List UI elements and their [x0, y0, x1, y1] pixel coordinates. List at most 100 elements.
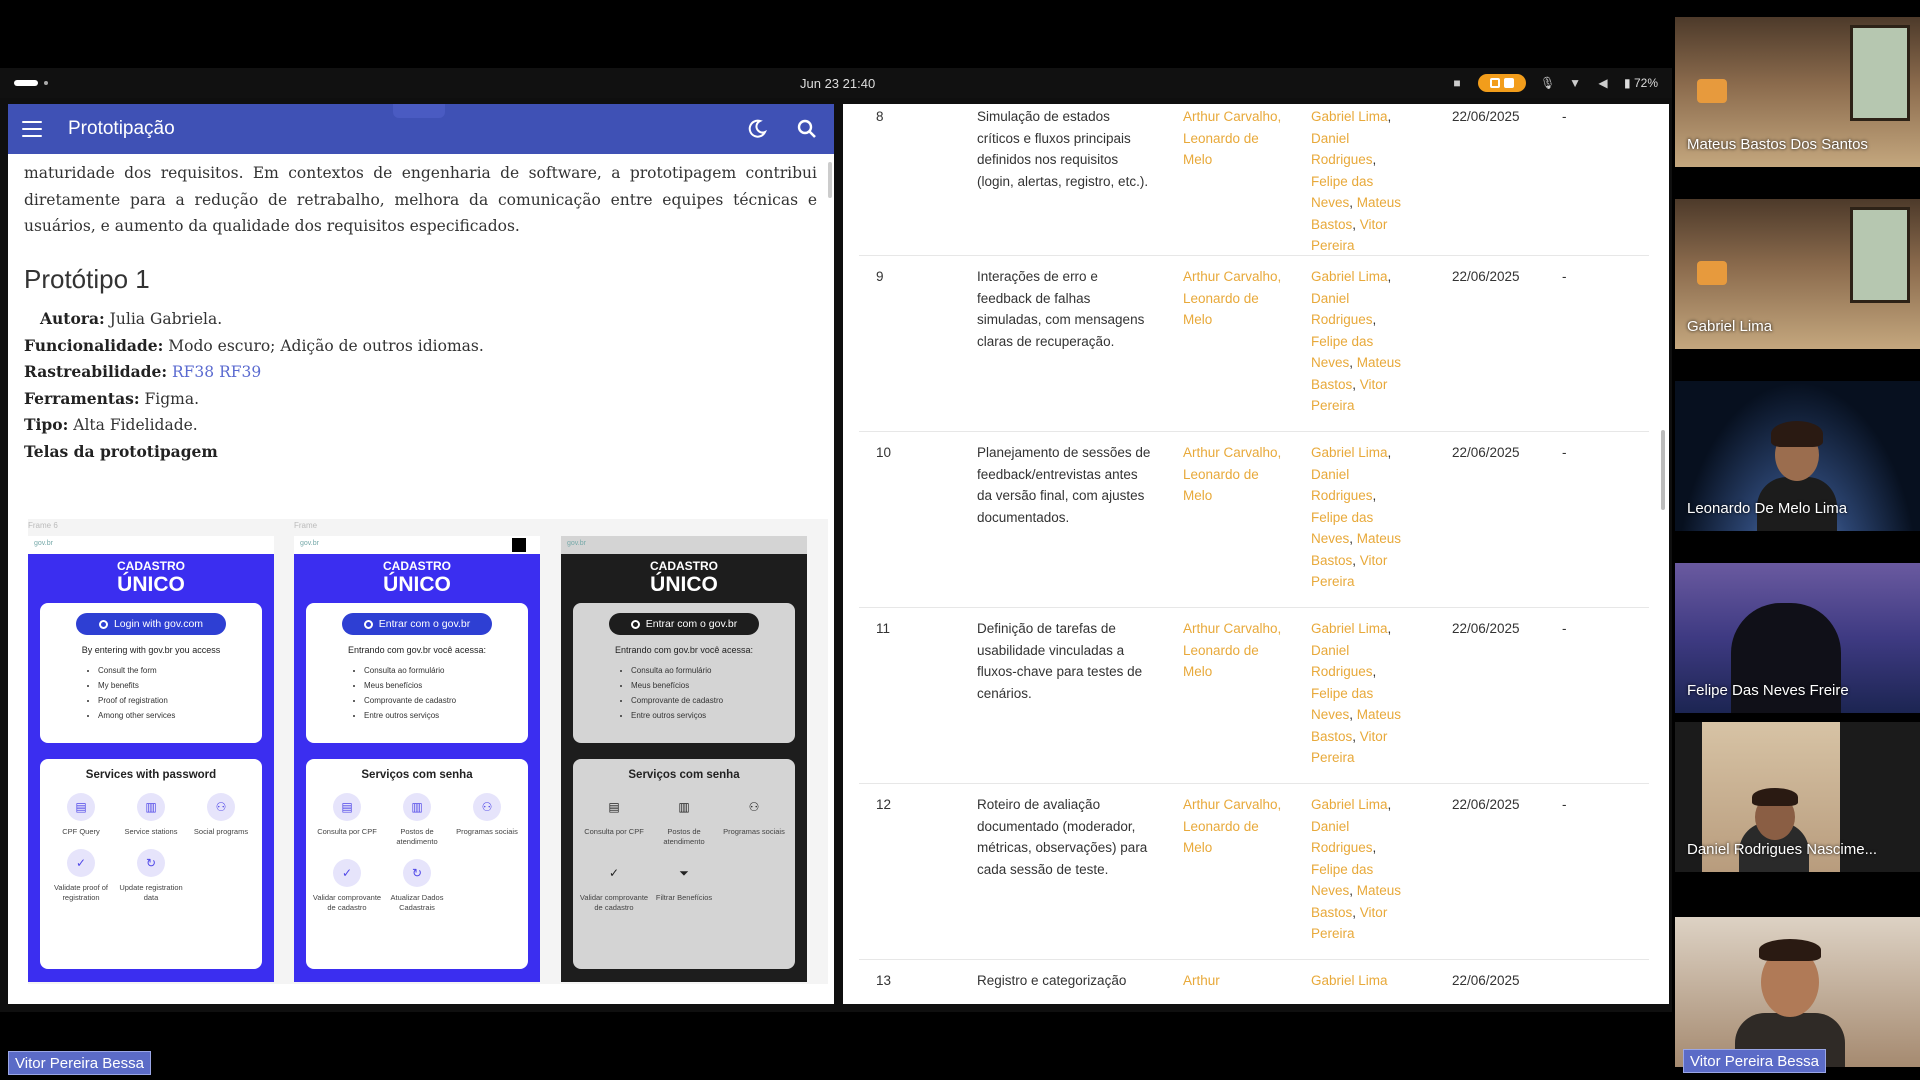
- participant-tile[interactable]: Gabriel Lima: [1675, 199, 1920, 349]
- service-label: Service stations: [124, 827, 178, 836]
- separator: ,: [1387, 797, 1392, 812]
- reviewer-link[interactable]: Gabriel Lima: [1311, 109, 1388, 124]
- list-item: Meus benefícios: [631, 678, 787, 693]
- header-line1: CADASTRO: [650, 559, 718, 573]
- refresh-icon: ↻: [403, 859, 431, 887]
- check-icon: ✓: [608, 866, 620, 880]
- login-button[interactable]: Login with gov.com: [76, 613, 226, 635]
- participant-tile[interactable]: Felipe Das Neves Freire: [1675, 563, 1920, 713]
- list-item: Comprovante de cadastro: [631, 693, 787, 708]
- window-grip[interactable]: [393, 104, 445, 118]
- section-title: Protótipo 1: [24, 263, 150, 294]
- activities-indicator[interactable]: [14, 80, 38, 86]
- service-item[interactable]: ✓ Validate proof of registration: [46, 849, 116, 903]
- participant-tile[interactable]: Mateus Bastos Dos Santos: [1675, 17, 1920, 167]
- meeting-stage: Jun 23 21:40 ■ 🎙 ▼ ◀ ▮ 72% Prototipação: [0, 0, 1920, 1080]
- service-item[interactable]: ⚇ Programas sociais: [719, 793, 789, 847]
- reviewer-link[interactable]: Daniel Rodrigues: [1311, 291, 1373, 328]
- dark-mode-toggle[interactable]: [512, 538, 526, 552]
- row-number: 12: [876, 797, 892, 812]
- list-item: Consulta ao formulário: [364, 663, 520, 678]
- reviewer-link[interactable]: Daniel Rodrigues: [1311, 467, 1373, 504]
- dark-mode-icon[interactable]: [744, 116, 770, 142]
- separator: ,: [1349, 195, 1357, 210]
- participant-tile-self[interactable]: [1675, 917, 1920, 1067]
- table-row[interactable]: 13 Registro e categorização Arthur Gabriel …: [859, 960, 1649, 1004]
- service-item[interactable]: ✓ Validar comprovante de cadastro: [312, 859, 382, 913]
- service-item[interactable]: ⏷ Filtrar Benefícios: [649, 859, 719, 913]
- login-button[interactable]: Entrar com o gov.br: [342, 613, 492, 635]
- list-item: Comprovante de cadastro: [364, 693, 520, 708]
- search-icon[interactable]: [794, 116, 820, 142]
- service-label: Validar comprovante de cadastro: [312, 893, 382, 912]
- service-item[interactable]: ⚇ Programas sociais: [452, 793, 522, 847]
- reviewer-link[interactable]: Daniel Rodrigues: [1311, 819, 1373, 856]
- service-item[interactable]: ↻ Update registration data: [116, 849, 186, 903]
- reviewer-link[interactable]: Gabriel Lima: [1311, 973, 1388, 988]
- menu-icon[interactable]: [22, 121, 42, 137]
- separator: ,: [1372, 152, 1377, 167]
- rf38-link[interactable]: RF38: [172, 363, 214, 381]
- separator: ,: [1372, 312, 1377, 327]
- login-card: Login with gov.com By entering with gov.…: [40, 603, 262, 743]
- rf39-link[interactable]: RF39: [219, 363, 261, 381]
- wifi-icon: ▼: [1569, 76, 1581, 90]
- reviewer-link[interactable]: Gabriel Lima: [1311, 621, 1388, 636]
- service-item[interactable]: ✓ Validar comprovante de cadastro: [579, 859, 649, 913]
- table-row[interactable]: 10 Planejamento de sessões de feedback/en…: [859, 432, 1649, 608]
- service-label: Update registration data: [119, 883, 183, 902]
- table-row[interactable]: 9 Interações de erro e feedback de falhas…: [859, 256, 1649, 432]
- separator: ,: [1349, 531, 1357, 546]
- check-icon: ✓: [333, 859, 361, 887]
- services-title: Services with password: [85, 769, 217, 781]
- screen-share-indicator[interactable]: [1478, 74, 1527, 92]
- row-description: Registro e categorização: [977, 973, 1127, 988]
- row-number: 9: [876, 269, 884, 284]
- document-scrollbar[interactable]: [828, 162, 832, 198]
- prototype-metadata: Autora: Julia Gabriela. Funcionalidade: …: [24, 306, 817, 465]
- app-title: Prototipação: [68, 118, 175, 139]
- separator: ,: [1352, 728, 1360, 744]
- separator: ,: [1352, 552, 1360, 568]
- table-row[interactable]: 12 Roteiro de avaliação documentado (mode…: [859, 784, 1649, 960]
- participant-hair: [1752, 788, 1798, 806]
- service-item[interactable]: ↻ Atualizar Dados Cadastrais: [382, 859, 452, 913]
- service-item[interactable]: ▥ Service stations: [116, 793, 186, 837]
- reviewer-link[interactable]: Gabriel Lima: [1311, 269, 1388, 284]
- background-fireplace: [1697, 261, 1727, 285]
- check-icon: ✓: [67, 849, 95, 877]
- participant-hair: [1759, 939, 1821, 961]
- service-item[interactable]: ▤ Consulta por CPF: [579, 793, 649, 847]
- row-date: 22/06/2025: [1452, 445, 1520, 460]
- services-grid: ▤ Consulta por CPF ▥ Postos de atendimento…: [579, 793, 789, 913]
- row-reviewers: Gabriel Lima, Daniel Rodrigues, Felipe d…: [1311, 442, 1406, 593]
- app-indicator-icon[interactable]: ■: [1450, 76, 1464, 90]
- header-line2: ÚNICO: [650, 573, 718, 596]
- document-icon: ▤: [608, 800, 620, 814]
- clock[interactable]: Jun 23 21:40: [800, 76, 875, 91]
- reviewer-link[interactable]: Gabriel Lima: [1311, 797, 1388, 812]
- reviewer-link[interactable]: Gabriel Lima: [1311, 445, 1388, 460]
- table-row[interactable]: 8 Simulação de estados críticos e fluxos …: [859, 104, 1649, 256]
- participant-name: Daniel Rodrigues Nascime...: [1687, 841, 1878, 858]
- participant-tile[interactable]: Daniel Rodrigues Nascime...: [1675, 722, 1920, 872]
- login-button[interactable]: Entrar com o gov.br: [609, 613, 759, 635]
- service-item[interactable]: ▤ Consulta por CPF: [312, 793, 382, 847]
- table-row[interactable]: 11 Definição de tarefas de usabilidade vi…: [859, 608, 1649, 784]
- header-line2: ÚNICO: [117, 573, 185, 596]
- row-date: 22/06/2025: [1452, 797, 1520, 812]
- shared-screen: Jun 23 21:40 ■ 🎙 ▼ ◀ ▮ 72% Prototipação: [0, 68, 1672, 1012]
- service-item[interactable]: ▥ Postos de atendimento: [649, 793, 719, 847]
- service-item[interactable]: ▥ Postos de atendimento: [382, 793, 452, 847]
- map-icon: ▥: [137, 793, 165, 821]
- service-item[interactable]: ▤ CPF Query: [46, 793, 116, 837]
- system-tray[interactable]: ■ 🎙 ▼ ◀ ▮ 72%: [1450, 74, 1658, 92]
- microphone-icon: 🎙: [1540, 76, 1556, 90]
- participant-tile[interactable]: Leonardo De Melo Lima: [1675, 381, 1920, 531]
- type-line: Tipo: Alta Fidelidade.: [24, 412, 817, 439]
- reviewer-link[interactable]: Daniel Rodrigues: [1311, 643, 1373, 680]
- reviewer-link[interactable]: Daniel Rodrigues: [1311, 131, 1373, 168]
- service-item[interactable]: ⚇ Social programs: [186, 793, 256, 837]
- map-icon: ▥: [678, 800, 690, 814]
- table-scrollbar[interactable]: [1661, 430, 1665, 510]
